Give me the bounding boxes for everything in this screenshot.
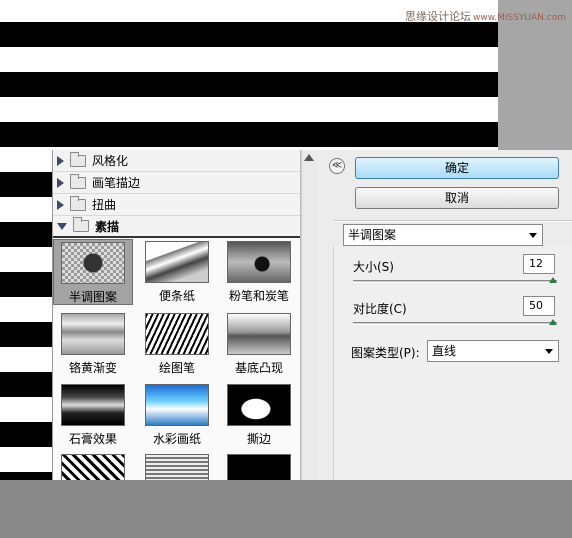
filter-label: 半调图案	[68, 290, 117, 304]
filter-thumbnail-image	[145, 454, 209, 480]
contrast-input[interactable]: 50	[523, 296, 555, 316]
filter-torn-edges[interactable]: 撕边	[219, 384, 299, 447]
filter-thumbnail-image	[227, 454, 291, 480]
watermark: 思缘设计论坛 www.MISSYUAN.com	[405, 8, 566, 24]
filter-plaster[interactable]: 石膏效果	[53, 384, 133, 447]
filter-chalk-charcoal[interactable]: 粉笔和炭笔	[219, 241, 299, 304]
category-label: 扭曲	[92, 198, 117, 212]
folder-icon	[70, 173, 86, 189]
filter-thumbnail-image	[61, 242, 125, 284]
filter-label: 撕边	[246, 432, 271, 446]
folder-icon	[70, 151, 86, 167]
slider-handle[interactable]	[549, 319, 557, 325]
filter-thumbnail-image	[227, 384, 291, 426]
settings-panel: ≪ 确定 取消 半调图案 大小(S) 12 对比度(C) 50 图案类型(P):…	[317, 150, 572, 480]
filter-label: 绘图笔	[158, 361, 195, 375]
pattern-type-value: 直线	[432, 344, 457, 358]
size-input[interactable]: 12	[523, 254, 555, 274]
filter-water-paper[interactable]: 水彩画纸	[137, 384, 217, 447]
filter-thumbnail-image	[145, 241, 209, 283]
category-stylize[interactable]: 风格化	[53, 150, 300, 172]
category-brush-strokes[interactable]: 画笔描边	[53, 172, 300, 194]
category-label: 素描	[95, 219, 120, 234]
filter-halftone-pattern[interactable]: 半调图案	[53, 239, 133, 305]
collapse-triangle-icon[interactable]	[57, 222, 67, 230]
filter-label: 粉笔和炭笔	[228, 289, 289, 303]
filter-select[interactable]: 半调图案	[343, 224, 543, 246]
pattern-type-label: 图案类型(P):	[351, 346, 420, 360]
expand-triangle-icon[interactable]	[57, 199, 64, 210]
filter-gallery-list: 风格化 画笔描边 扭曲 素描 半调图案 便条纸 粉笔和炭笔 铬黄渐变 绘图笔 基…	[53, 150, 301, 480]
filter-label: 水彩画纸	[152, 432, 201, 446]
gallery-scrollbar[interactable]	[301, 150, 317, 480]
expand-triangle-icon[interactable]	[57, 177, 64, 188]
size-label: 大小(S)	[353, 260, 394, 274]
watermark-url: www.MISSYUAN.com	[472, 13, 566, 23]
filter-graphic-pen[interactable]: 绘图笔	[137, 313, 217, 376]
folder-icon	[70, 195, 86, 211]
category-sketch[interactable]: 素描	[53, 216, 300, 238]
filter-thumbnails: 半调图案 便条纸 粉笔和炭笔 铬黄渐变 绘图笔 基底凸现 石膏效果 水彩画纸 撕…	[53, 238, 300, 480]
filter-thumbnail-image	[61, 384, 125, 426]
contrast-label: 对比度(C)	[353, 302, 407, 316]
workspace-bottom	[0, 480, 572, 538]
collapse-gallery-button[interactable]: ≪	[329, 158, 345, 174]
filter-thumbnail-image	[145, 384, 209, 426]
category-label: 风格化	[92, 154, 129, 168]
cancel-button[interactable]: 取消	[355, 187, 559, 209]
ok-button[interactable]: 确定	[355, 157, 559, 179]
filter-thumbnail-image	[61, 454, 125, 480]
filter-thumbnail-image	[227, 313, 291, 355]
expand-triangle-icon[interactable]	[57, 155, 64, 166]
slider-handle[interactable]	[549, 277, 557, 283]
filter-thumbnail-image	[61, 313, 125, 355]
folder-icon	[73, 217, 89, 232]
filter-next-row-item[interactable]	[219, 454, 299, 480]
filter-select-value: 半调图案	[348, 228, 397, 242]
watermark-text: 思缘设计论坛	[404, 10, 471, 23]
filter-gallery-dialog: 风格化 画笔描边 扭曲 素描 半调图案 便条纸 粉笔和炭笔 铬黄渐变 绘图笔 基…	[52, 150, 572, 480]
pattern-type-select[interactable]: 直线	[427, 340, 559, 362]
filter-next-row-item[interactable]	[53, 454, 133, 480]
category-distort[interactable]: 扭曲	[53, 194, 300, 216]
filter-next-row-item[interactable]	[137, 454, 217, 480]
filter-thumbnail-image	[145, 313, 209, 355]
filter-thumbnail-image	[227, 241, 291, 283]
filter-label: 铬黄渐变	[68, 361, 117, 375]
category-label: 画笔描边	[92, 176, 141, 190]
filter-note-paper[interactable]: 便条纸	[137, 241, 217, 304]
divider	[333, 220, 572, 222]
scroll-up-arrow-icon[interactable]	[304, 154, 314, 161]
size-slider[interactable]	[353, 277, 557, 283]
dropdown-arrow-icon	[545, 349, 553, 354]
filter-chrome[interactable]: 铬黄渐变	[53, 313, 133, 376]
filter-label: 基底凸现	[234, 361, 283, 375]
dropdown-arrow-icon	[529, 233, 537, 238]
filter-label: 石膏效果	[68, 432, 117, 446]
contrast-slider[interactable]	[353, 319, 557, 325]
filter-bas-relief[interactable]: 基底凸现	[219, 313, 299, 376]
filter-label: 便条纸	[158, 289, 195, 303]
